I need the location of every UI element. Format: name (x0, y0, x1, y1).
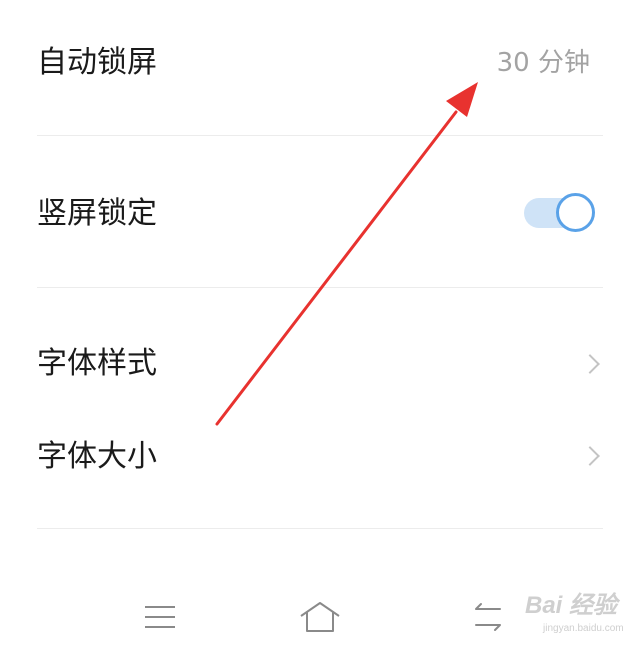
home-icon[interactable] (297, 599, 343, 635)
watermark-url: jingyan.baidu.com (543, 623, 624, 634)
annotation-arrow (215, 82, 478, 426)
watermark-brand: Bai 经验 (525, 592, 618, 619)
menu-icon[interactable] (142, 602, 178, 632)
arrow-shaft (215, 110, 458, 426)
arrow-head (446, 82, 478, 117)
back-icon[interactable] (468, 600, 508, 634)
baidu-watermark: Bai 经验 jingyan.baidu.com (525, 583, 635, 643)
